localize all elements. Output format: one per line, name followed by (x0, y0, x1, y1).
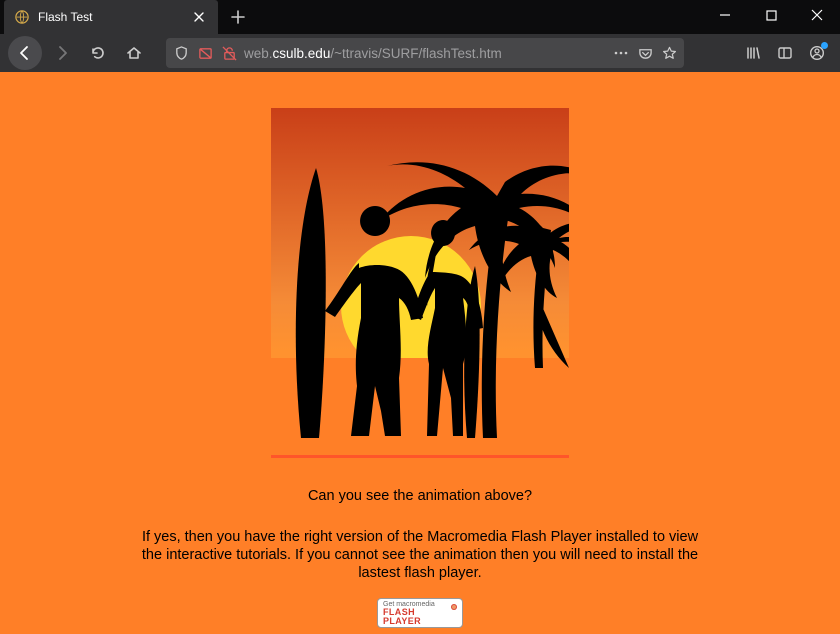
pocket-icon[interactable] (636, 44, 654, 62)
browser-tab-active[interactable]: Flash Test (4, 0, 218, 34)
window-controls (702, 0, 840, 30)
back-button[interactable] (8, 36, 42, 70)
flash-animation-placeholder (271, 108, 569, 458)
insecure-connection-icon[interactable] (220, 44, 238, 62)
question-text: Can you see the animation above? (308, 488, 532, 504)
browser-tabstrip: Flash Test (0, 0, 252, 34)
tab-favicon-icon (14, 9, 30, 25)
tab-title: Flash Test (38, 10, 182, 24)
page-content: Can you see the animation above? If yes,… (0, 72, 840, 634)
silhouette-graphic (271, 108, 569, 458)
sidebar-icon[interactable] (770, 37, 800, 69)
window-maximize-button[interactable] (748, 0, 794, 30)
forward-button[interactable] (46, 37, 78, 69)
window-close-button[interactable] (794, 0, 840, 30)
more-dots-icon[interactable] (612, 44, 630, 62)
flash-badge-line3: PLAYER (383, 617, 421, 626)
reload-button[interactable] (82, 37, 114, 69)
get-flash-player-button[interactable]: Get macromedia FLASH PLAYER (377, 598, 463, 628)
blocked-plugin-icon[interactable] (196, 44, 214, 62)
browser-toolbar: web.csulb.edu/~ttravis/SURF/flashTest.ht… (0, 34, 840, 72)
account-icon[interactable] (802, 37, 832, 69)
tab-close-button[interactable] (190, 8, 208, 26)
shield-icon[interactable] (172, 44, 190, 62)
url-text: web.csulb.edu/~ttravis/SURF/flashTest.ht… (244, 46, 606, 61)
instructions-text: If yes, then you have the right version … (132, 528, 708, 582)
toolbar-right-icons (738, 37, 832, 69)
window-titlebar: Flash Test (0, 0, 840, 34)
home-button[interactable] (118, 37, 150, 69)
new-tab-button[interactable] (224, 3, 252, 31)
window-minimize-button[interactable] (702, 0, 748, 30)
address-bar[interactable]: web.csulb.edu/~ttravis/SURF/flashTest.ht… (166, 38, 684, 68)
bookmark-star-icon[interactable] (660, 44, 678, 62)
library-icon[interactable] (738, 37, 768, 69)
